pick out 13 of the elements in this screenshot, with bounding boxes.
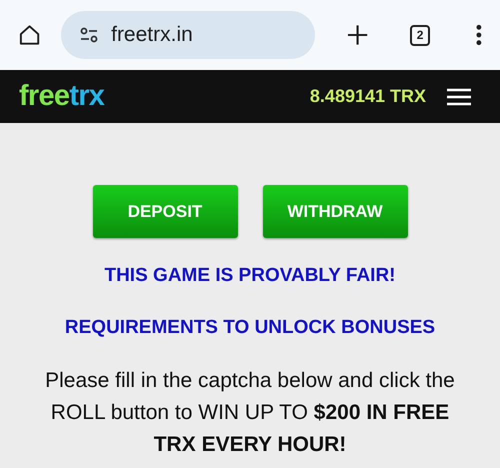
info-link[interactable]: THIS GAME IS PROVABLY FAIR! xyxy=(104,262,396,290)
instruction-text: Please fill in the captcha below and click the ROLL button to WIN UP TO $200 IN FREE TRX EVERY HOUR! xyxy=(44,368,456,458)
more-menu-icon[interactable] xyxy=(476,24,482,46)
url-text: freetrx.in xyxy=(111,22,193,48)
site-settings-icon[interactable] xyxy=(79,25,100,45)
address-bar[interactable]: freetrx.in xyxy=(61,11,315,59)
menu-icon[interactable] xyxy=(447,88,471,106)
new-tab-icon[interactable] xyxy=(346,24,368,46)
balance-text: 8.489141 TRX xyxy=(310,85,426,108)
tab-count[interactable]: 2 xyxy=(410,24,430,46)
home-icon[interactable] xyxy=(18,23,42,47)
logo[interactable]: freetrx xyxy=(19,74,104,118)
info-link[interactable]: REQUIREMENTS TO UNLOCK BONUSES xyxy=(64,314,436,342)
